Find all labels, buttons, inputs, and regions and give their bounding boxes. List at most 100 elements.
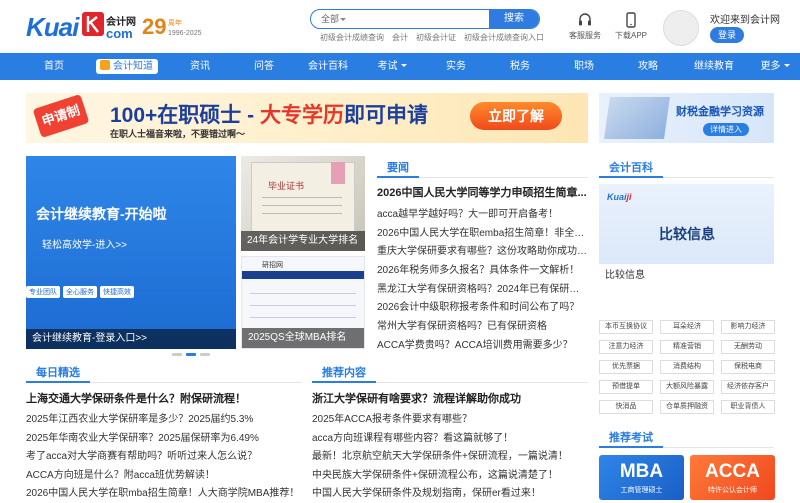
hotlink[interactable]: 初级会计成绩查询 [320, 32, 384, 43]
tag-link[interactable]: 耳朵经济 [660, 320, 714, 334]
list-item[interactable]: 2026中国人民大学在职emba招生简章！非全em... [377, 224, 588, 243]
avatar[interactable] [663, 10, 699, 46]
nav-item-home[interactable]: 首页 [26, 53, 82, 80]
baike-tags: 本币互换协议 耳朵经济 影响力经济 注意力经济 精准营销 无酬劳动 优先票据 消… [599, 320, 775, 414]
tag-link[interactable]: 快消品 [599, 400, 653, 414]
nav-item-career[interactable]: 职场 [556, 53, 612, 80]
hotlink[interactable]: 初级会计成绩查询入口 [464, 32, 544, 43]
baike-card-label: 比较信息 [599, 264, 774, 288]
hotlink[interactable]: 初级会计证 [416, 32, 456, 43]
slide-caption: 24年会计学专业大学排名 [241, 231, 365, 251]
nav-item-wiki[interactable]: 会计百科 [300, 53, 356, 80]
tag-link[interactable]: 本币互换协议 [599, 320, 653, 334]
promo-banner[interactable]: 申请制 100+在职硕士 - 大专学历即可申请 在职人士福音来啦，不要错过啊～ … [26, 93, 588, 143]
banner-tag: 申请制 [32, 94, 90, 138]
exam-card-mba[interactable]: MBA 工商管理硕士 [599, 455, 684, 500]
list-item[interactable]: 浙江大学保研有啥要求？流程详解助你成功 [312, 390, 588, 410]
diploma-seal [331, 162, 345, 184]
list-item[interactable]: ACCA学费贵吗？ACCA培训费用需要多少？ [377, 336, 588, 355]
exam-card-acca[interactable]: ACCA 特许公认会计师 [690, 455, 775, 500]
search-input[interactable] [347, 10, 489, 28]
list-item[interactable]: 2026中国人民大学同等学力申硕招生简章... [377, 184, 588, 205]
nav-item-exam[interactable]: 考试 [364, 53, 420, 80]
question-icon [100, 60, 110, 70]
hot-search-links: 初级会计成绩查询 会计 初级会计证 初级会计成绩查询入口 [320, 32, 544, 43]
tag-link[interactable]: 优先票据 [599, 360, 653, 374]
tag-link[interactable]: 保税电商 [721, 360, 775, 374]
banner-title: 100+在职硕士 - 大专学历即可申请 [110, 104, 428, 127]
anniversary-badge: 29 周年 1996-2025 [142, 14, 202, 39]
nav-item-practice[interactable]: 实务 [428, 53, 484, 80]
baike-logo: Kuaiji [607, 192, 632, 202]
nav-item-kuaiji-zhidao[interactable]: 会计知道 [90, 53, 164, 80]
tag-link[interactable]: 大额风险暴露 [660, 380, 714, 394]
site-name: 研招网 [262, 262, 283, 269]
carousel-dot[interactable] [200, 353, 210, 356]
resource-banner[interactable]: 财税金融学习资源 详情进入 [599, 93, 774, 143]
carousel-slide-main[interactable]: 会计继续教育-开始啦 轻松高效学-进入>> 专业团队 全心服务 快捷高效 会计继… [26, 156, 236, 349]
site-logo[interactable]: Kuai 会计网 com [26, 10, 136, 42]
books-illustration [604, 97, 670, 139]
slide-badges: 专业团队 全心服务 快捷高效 [26, 286, 134, 298]
logo-brand: Kuai [26, 12, 79, 42]
nav-item-guide[interactable]: 攻略 [620, 53, 676, 80]
list-item[interactable]: 常州大学有保研资格吗？已有保研资格 [377, 317, 588, 336]
nav-item-more[interactable]: 更多 [752, 53, 798, 80]
nav-item-news[interactable]: 资讯 [172, 53, 228, 80]
slide-caption: 会计继续教育-登录入口>> [26, 329, 236, 349]
list-item[interactable]: ACCA方向班是什么？附acca班优势解读！ [26, 466, 302, 485]
nav-item-qa[interactable]: 问答 [236, 53, 292, 80]
nav-item-continuing-edu[interactable]: 继续教育 [684, 53, 744, 80]
list-item[interactable]: 黑龙江大学有保研资格吗？2024年已有保研资格 [377, 280, 588, 299]
tag-link[interactable]: 精准营销 [660, 340, 714, 354]
resource-banner-button[interactable]: 详情进入 [703, 123, 749, 136]
login-button[interactable]: 登录 [710, 27, 744, 43]
recommend-list: 浙江大学保研有啥要求？流程详解助你成功 2025年ACCA报考条件要求有哪些？ … [312, 390, 588, 503]
resource-banner-title: 财税金融学习资源 [676, 106, 764, 118]
banner-cta-button[interactable]: 立即了解 [470, 102, 562, 130]
tag-link[interactable]: 影响力经济 [721, 320, 775, 334]
list-item[interactable]: acca越早学越好吗？大一即可开启备考！ [377, 205, 588, 224]
phone-icon [626, 12, 636, 28]
customer-service-button[interactable]: 客服服务 [565, 12, 605, 41]
search-scope-select[interactable]: 全部 [311, 10, 347, 28]
list-item[interactable]: acca方向班课程有哪些内容？看这篇就够了！ [312, 429, 588, 448]
list-item[interactable]: 重庆大学保研要求有哪些？这份攻略助你成功突围 [377, 242, 588, 261]
tag-link[interactable]: 预借提单 [599, 380, 653, 394]
carousel-slide-diploma[interactable]: 毕业证书 24年会计学专业大学排名 [241, 156, 365, 251]
tag-link[interactable]: 经济依存客户 [721, 380, 775, 394]
tag-link[interactable]: 无酬劳动 [721, 340, 775, 354]
list-item[interactable]: 中央民族大学保研条件+保研流程公布，这篇说清楚了！ [312, 466, 588, 485]
list-item[interactable]: 2025年ACCA报考条件要求有哪些？ [312, 410, 588, 429]
baike-card-title: 比较信息 [659, 226, 715, 242]
list-item[interactable]: 2026会计中级职称报考条件和时间公布了吗？ [377, 298, 588, 317]
tag-link[interactable]: 消费结构 [660, 360, 714, 374]
list-item[interactable]: 考了acca对大学商赛有帮助吗？听听过来人怎么说？ [26, 447, 302, 466]
carousel-slide-mba[interactable]: 研招网 2025QS全球MBA排名 [241, 256, 365, 349]
yaowen-list: 2026中国人民大学同等学力申硕招生简章... acca越早学越好吗？大一即可开… [377, 184, 588, 355]
list-item[interactable]: 上海交通大学保研条件是什么？附保研流程！ [26, 390, 302, 410]
section-header-yaowen: 要闻 [377, 158, 588, 178]
list-item[interactable]: 最新！北京航空航天大学保研条件+保研流程，一篇说清！ [312, 447, 588, 466]
list-item[interactable]: 2025年华南农业大学保研率？2025届保研率为6.49% [26, 429, 302, 448]
carousel-dot[interactable] [172, 353, 182, 356]
banner-subtitle: 在职人士福音来啦，不要错过啊～ [110, 129, 246, 139]
download-app-button[interactable]: 下载APP [611, 12, 651, 41]
tag-link[interactable]: 仓单质押融资 [660, 400, 714, 414]
search-button[interactable]: 搜索 [489, 10, 539, 28]
tag-link[interactable]: 注意力经济 [599, 340, 653, 354]
hotlink[interactable]: 会计 [392, 32, 408, 43]
carousel-dot-active[interactable] [186, 353, 196, 356]
headset-icon [579, 13, 591, 26]
section-header-recommend: 推荐内容 [312, 363, 588, 383]
tag-link[interactable]: 职业背债人 [721, 400, 775, 414]
logo-mark-icon [82, 12, 104, 36]
list-item[interactable]: 2026中国人民大学在职mba招生简章！人大商学院MBA推荐！ [26, 484, 302, 503]
nav-item-tax[interactable]: 税务 [492, 53, 548, 80]
list-item[interactable]: 中国人民大学保研条件及规划指南，保研er看过来！ [312, 484, 588, 503]
list-item[interactable]: 2025年江西农业大学保研率是多少？2025届约5.3% [26, 410, 302, 429]
section-header-exams: 推荐考试 [599, 428, 774, 448]
search-bar: 全部 搜索 [310, 9, 540, 29]
list-item[interactable]: 2026年税务师多久报名？具体条件一文解析！ [377, 261, 588, 280]
baike-card[interactable]: Kuaiji 比较信息 比较信息 [599, 184, 774, 288]
